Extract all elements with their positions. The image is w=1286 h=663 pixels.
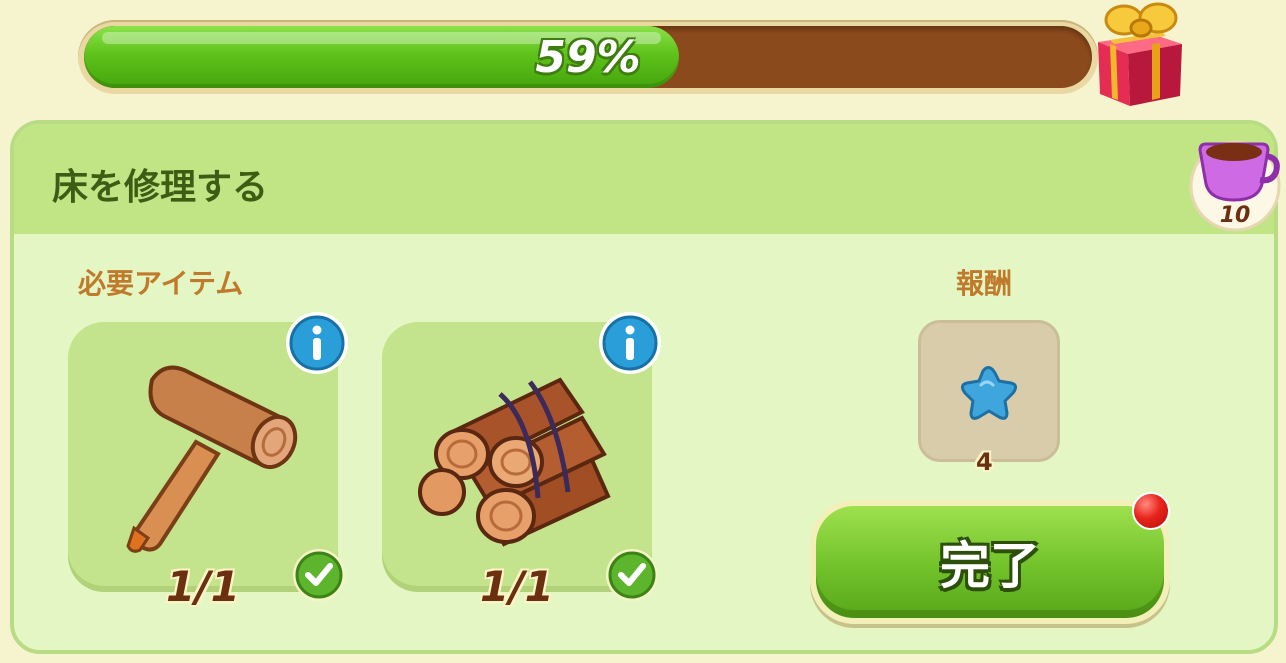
- reward-label: 報酬: [956, 267, 1013, 300]
- progress-track: 59%: [84, 26, 1092, 88]
- reward-amount: 4: [976, 448, 993, 476]
- notification-dot-icon: [1132, 492, 1170, 530]
- energy-cost-badge: 10: [1188, 128, 1282, 232]
- item-count-wood: 1/1: [480, 562, 554, 611]
- item-info-icon-wood[interactable]: [597, 310, 663, 376]
- complete-button[interactable]: 完了: [810, 500, 1170, 624]
- task-header: 床を修理する: [14, 124, 1274, 234]
- item-complete-check-icon-mallet: [292, 548, 346, 602]
- task-progress-bar: 59%: [78, 20, 1098, 94]
- gift-box-icon[interactable]: [1080, 0, 1198, 112]
- item-info-icon-mallet[interactable]: [284, 310, 350, 376]
- task-title: 床を修理する: [52, 167, 269, 208]
- blue-star-icon: [960, 366, 1018, 420]
- reward-slot[interactable]: [918, 320, 1060, 462]
- energy-cost-count: 10: [1219, 203, 1251, 228]
- item-complete-check-icon-wood: [605, 548, 659, 602]
- item-count-mallet: 1/1: [166, 562, 240, 611]
- required-items-label: 必要アイテム: [78, 267, 244, 300]
- complete-button-label: 完了: [816, 506, 1164, 618]
- progress-percent-label: 59%: [535, 31, 641, 83]
